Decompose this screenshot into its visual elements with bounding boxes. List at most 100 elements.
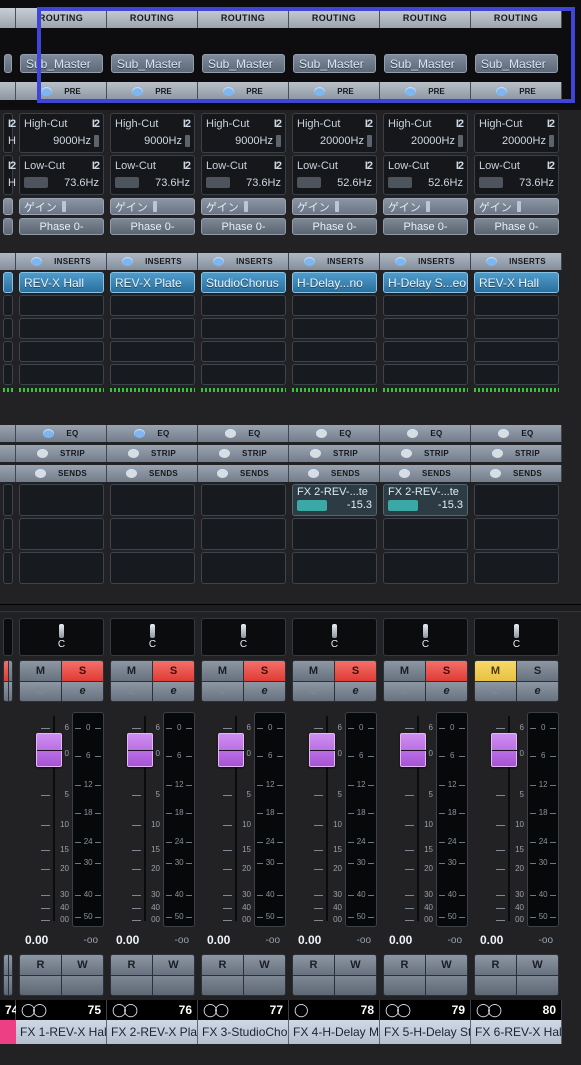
low-cut-handle[interactable] (24, 177, 48, 188)
gain-slider-handle[interactable] (425, 201, 430, 212)
channel-fader[interactable]: 6 0 5 10 15 20 30 40 00 (19, 712, 70, 927)
low-cut-handle[interactable] (297, 177, 321, 188)
insert-slot[interactable] (16, 316, 107, 339)
mute-solo-group[interactable]: MSLe (198, 656, 289, 702)
automation-group[interactable]: RW (380, 952, 471, 996)
pan-control[interactable]: C (16, 618, 107, 656)
automation-blank[interactable] (293, 975, 334, 995)
write-automation-button[interactable]: W (517, 955, 558, 975)
high-cut-value[interactable]: 9000Hz (53, 135, 91, 147)
channel-name-cell[interactable]: FX 3-StudioCho (198, 1020, 289, 1044)
high-cut-cell[interactable]: High-Cut I2 20000Hz (289, 111, 380, 153)
eq-header-cell[interactable]: EQ (198, 425, 289, 442)
channel-fader[interactable]: 6 0 5 10 15 20 30 40 00 (292, 712, 343, 927)
channel-name-cell[interactable]: FX 2-REV-X Plat (107, 1020, 198, 1044)
send-slot[interactable] (471, 516, 562, 550)
insert-slot[interactable] (471, 362, 562, 385)
inserts-header-cell[interactable]: INSERTS (16, 253, 107, 270)
send-level-slider[interactable] (297, 499, 327, 511)
send-slot[interactable] (289, 550, 380, 584)
mute-button[interactable]: M (293, 661, 334, 681)
high-cut-handle[interactable] (549, 134, 554, 147)
channel-name-cell[interactable]: FX 1-REV-X Hal (16, 1020, 107, 1044)
high-cut-value[interactable]: 20000Hz (502, 135, 546, 147)
insert-slot[interactable]: REV-X Hall (471, 270, 562, 293)
phase-cell[interactable]: Phase 0- (289, 215, 380, 235)
eq-header-cell[interactable]: EQ (289, 425, 380, 442)
inserts-header-cell[interactable]: INSERTS (471, 253, 562, 270)
gain-readout-cell[interactable]: 0.00 -oo (107, 928, 198, 952)
inserts-header-cell[interactable]: INSERTS (198, 253, 289, 270)
eq-header-cell[interactable]: EQ (471, 425, 562, 442)
send-slot[interactable]: FX 2-REV-...te -15.3 (289, 482, 380, 516)
automation-group[interactable]: RW (198, 952, 289, 996)
sends-power-icon[interactable] (125, 469, 137, 478)
fader-group[interactable]: 6 0 5 10 15 20 30 40 00 0 6 12 18 24 30 40 50 (289, 712, 380, 927)
strip-header-cell[interactable]: STRIP (471, 445, 562, 462)
high-cut-handle[interactable] (367, 134, 372, 147)
phase-cell[interactable]: Phase 0- (198, 215, 289, 235)
inserts-header-cell[interactable]: INSERTS (107, 253, 198, 270)
low-cut-handle[interactable] (206, 177, 230, 188)
automation-group[interactable]: RW (16, 952, 107, 996)
send-slot[interactable] (16, 482, 107, 516)
low-cut-cell[interactable]: Low-Cut I2 73.6Hz (16, 153, 107, 195)
pre-header-cell[interactable]: PRE (471, 73, 562, 100)
routing-header-cell[interactable]: ROUTING (380, 0, 471, 28)
low-cut-cell[interactable]: Low-Cut I2 52.6Hz (380, 153, 471, 195)
strip-header-cell[interactable]: STRIP (198, 445, 289, 462)
automation-blank[interactable] (384, 975, 425, 995)
sends-header-cell[interactable]: SENDS (198, 465, 289, 482)
sends-power-icon[interactable] (489, 469, 501, 478)
phase-cell[interactable]: Phase 0- (380, 215, 471, 235)
write-automation-button[interactable]: W (62, 955, 103, 975)
send-slot[interactable] (198, 482, 289, 516)
automation-blank[interactable] (20, 975, 61, 995)
eq-power-icon[interactable] (225, 429, 237, 438)
pre-header-cell[interactable]: PRE (380, 73, 471, 100)
inserts-power-icon[interactable] (31, 257, 43, 266)
gain-slider-handle[interactable] (516, 201, 521, 212)
automation-blank[interactable] (202, 975, 243, 995)
fader-group[interactable]: 6 0 5 10 15 20 30 40 00 0 6 12 18 24 30 40 50 (380, 712, 471, 927)
mute-button[interactable]: M (111, 661, 152, 681)
gain-slider-handle[interactable] (61, 201, 66, 212)
automation-blank[interactable] (426, 975, 467, 995)
gain-slider-handle[interactable] (334, 201, 339, 212)
low-cut-value[interactable]: 73.6Hz (155, 177, 190, 189)
send-slot[interactable]: FX 2-REV-...te -15.3 (380, 482, 471, 516)
send-slot[interactable] (16, 516, 107, 550)
solo-button[interactable]: S (244, 661, 285, 681)
fader-handle[interactable] (127, 733, 154, 767)
low-cut-value[interactable]: 73.6Hz (64, 177, 99, 189)
insert-slot[interactable] (107, 316, 198, 339)
sends-header-cell[interactable]: SENDS (16, 465, 107, 482)
gain-cell[interactable]: ゲイン (107, 195, 198, 215)
send-slot[interactable] (380, 550, 471, 584)
routing-header-cell[interactable]: ROUTING (198, 0, 289, 28)
strip-power-icon[interactable] (491, 449, 503, 458)
mute-solo-group[interactable]: MSLe (380, 656, 471, 702)
write-automation-button[interactable]: W (426, 955, 467, 975)
insert-slot[interactable] (380, 293, 471, 316)
pan-control[interactable]: C (380, 618, 471, 656)
routing-output-cell[interactable]: Sub_Master (471, 54, 562, 73)
pre-header-cell[interactable]: PRE (107, 73, 198, 100)
high-cut-handle[interactable] (458, 134, 463, 147)
insert-slot[interactable] (107, 339, 198, 362)
pan-control[interactable]: C (471, 618, 562, 656)
inserts-power-icon[interactable] (395, 257, 407, 266)
eq-header-cell[interactable]: EQ (380, 425, 471, 442)
gain-cell[interactable]: ゲイン (380, 195, 471, 215)
insert-slot[interactable]: REV-X Plate (107, 270, 198, 293)
read-automation-button[interactable]: R (475, 955, 516, 975)
strip-power-icon[interactable] (36, 449, 48, 458)
pre-power-icon[interactable] (132, 86, 144, 96)
fader-handle[interactable] (218, 733, 245, 767)
insert-slot[interactable]: REV-X Hall (16, 270, 107, 293)
inserts-header-cell[interactable]: INSERTS (289, 253, 380, 270)
insert-slot[interactable] (380, 362, 471, 385)
routing-output-cell[interactable]: Sub_Master (198, 54, 289, 73)
insert-slot[interactable] (471, 316, 562, 339)
insert-slot[interactable] (289, 339, 380, 362)
